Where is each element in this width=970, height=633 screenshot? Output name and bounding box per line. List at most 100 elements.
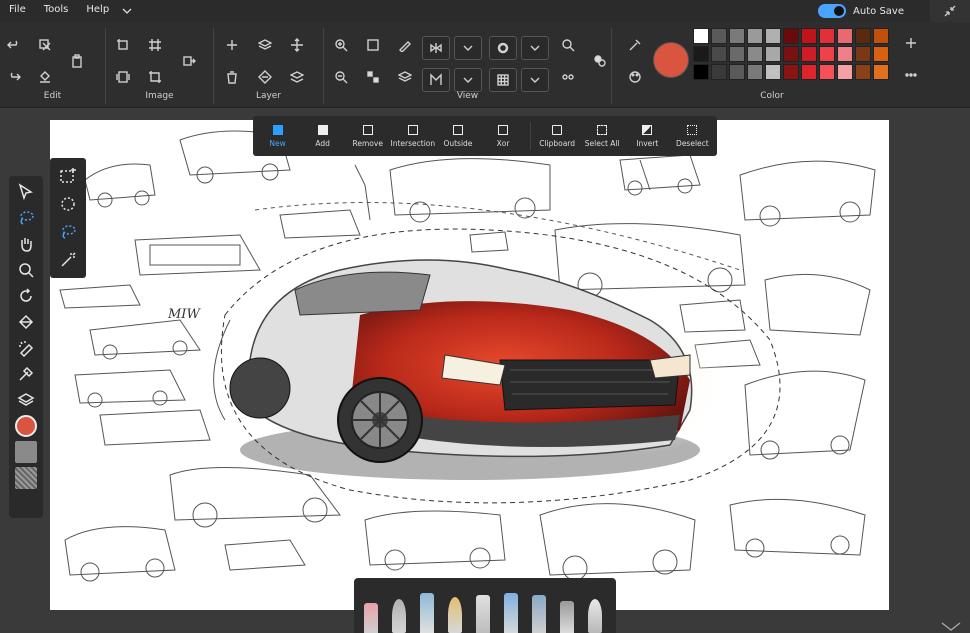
view-dropdown-3[interactable]: [454, 68, 482, 92]
fit-screen-icon[interactable]: [362, 34, 384, 56]
color-swatch[interactable]: [747, 46, 763, 62]
layers-tool[interactable]: [14, 388, 38, 412]
deselect-button[interactable]: Deselect: [670, 116, 715, 156]
rectangle-selection[interactable]: [56, 164, 80, 188]
symmetry-button[interactable]: [422, 36, 450, 60]
move-icon[interactable]: [286, 34, 308, 56]
toggle-switch[interactable]: [818, 4, 847, 18]
color-swatch[interactable]: [837, 64, 853, 80]
color-swatch[interactable]: [765, 28, 781, 44]
grid-view-button[interactable]: [489, 68, 517, 92]
color-swatch[interactable]: [855, 64, 871, 80]
perspective-button[interactable]: [489, 36, 517, 60]
brush-ink-pen[interactable]: [504, 593, 518, 633]
zoom-in-icon[interactable]: [330, 34, 352, 56]
view-dropdown-1[interactable]: [454, 36, 482, 60]
color-swatch[interactable]: [801, 46, 817, 62]
clipboard-button[interactable]: Clipboard: [535, 116, 580, 156]
undo-icon[interactable]: [3, 34, 25, 56]
add-layer-icon[interactable]: [221, 34, 243, 56]
menu-help[interactable]: Help: [77, 0, 118, 22]
color-swatch[interactable]: [873, 28, 889, 44]
lasso-selection[interactable]: [56, 220, 80, 244]
color-swatch[interactable]: [819, 28, 835, 44]
color-swatch[interactable]: [801, 64, 817, 80]
brush-airbrush[interactable]: [560, 601, 574, 633]
color-swatch[interactable]: [711, 28, 727, 44]
delete-layer-icon[interactable]: [221, 66, 243, 88]
paste-icon[interactable]: [66, 50, 88, 72]
current-color[interactable]: [653, 42, 689, 78]
drawing-canvas[interactable]: MIW: [50, 120, 889, 610]
lasso-selection-tool[interactable]: [14, 206, 38, 230]
pen-icon[interactable]: [394, 34, 416, 56]
brush-round[interactable]: [392, 599, 406, 633]
color-swatch[interactable]: [783, 28, 799, 44]
selection-xor-button[interactable]: Xor: [480, 116, 525, 156]
more-icon[interactable]: [900, 64, 922, 86]
canvas-size-icon[interactable]: [112, 66, 134, 88]
selection-intersection-button[interactable]: Intersection: [390, 116, 435, 156]
color-swatch[interactable]: [873, 46, 889, 62]
color-swatch[interactable]: [729, 46, 745, 62]
color-swatch[interactable]: [729, 28, 745, 44]
selection-add-button[interactable]: Add: [300, 116, 345, 156]
chevron-down-icon[interactable]: [122, 6, 132, 16]
merge-layer-icon[interactable]: [254, 66, 276, 88]
crop-resize-icon[interactable]: [112, 34, 134, 56]
color-swatch[interactable]: [855, 28, 871, 44]
select-all-button[interactable]: Select All: [580, 116, 625, 156]
ellipse-selection[interactable]: [56, 192, 80, 216]
color-swatch[interactable]: [855, 46, 871, 62]
menu-file[interactable]: File: [0, 0, 35, 22]
color-swatch[interactable]: [693, 28, 709, 44]
invert-button[interactable]: Invert: [625, 116, 670, 156]
color-swatch[interactable]: [783, 46, 799, 62]
color-swatch[interactable]: [711, 46, 727, 62]
magic-wand-selection[interactable]: [56, 248, 80, 272]
selection-remove-button[interactable]: Remove: [345, 116, 390, 156]
color-swatch[interactable]: [837, 28, 853, 44]
color-swatch[interactable]: [873, 64, 889, 80]
view-dropdown-4[interactable]: [521, 68, 549, 92]
duplicate-layer-icon[interactable]: [254, 34, 276, 56]
menu-tools[interactable]: Tools: [35, 0, 78, 22]
view-dropdown-2[interactable]: [521, 36, 549, 60]
color-swatch[interactable]: [729, 64, 745, 80]
color-swap-icon[interactable]: [589, 50, 611, 72]
palette-icon[interactable]: [624, 66, 646, 88]
color-swatch[interactable]: [693, 46, 709, 62]
pan-tool[interactable]: [14, 232, 38, 256]
clear-icon[interactable]: [34, 34, 56, 56]
selection-outside-button[interactable]: Outside: [435, 116, 480, 156]
texture-tool[interactable]: [14, 440, 38, 464]
pattern-tool[interactable]: [14, 466, 38, 490]
color-swatch[interactable]: [747, 28, 763, 44]
fill-bucket-icon[interactable]: [34, 66, 56, 88]
mirror-button[interactable]: [422, 68, 450, 92]
grid-icon[interactable]: [144, 34, 166, 56]
color-swatch[interactable]: [765, 64, 781, 80]
crop-icon[interactable]: [144, 66, 166, 88]
color-swatch[interactable]: [765, 46, 781, 62]
brush-fine-liner[interactable]: [420, 593, 434, 633]
pixel-view-icon[interactable]: [362, 66, 384, 88]
brush-marker[interactable]: [476, 595, 490, 633]
brush-pencil[interactable]: [448, 597, 462, 633]
brush-eraser[interactable]: [364, 603, 378, 633]
color-swatch[interactable]: [693, 64, 709, 80]
link-icon[interactable]: [557, 66, 579, 88]
color-swatch[interactable]: [801, 28, 817, 44]
rotate-tool[interactable]: [14, 284, 38, 308]
color-swatch[interactable]: [747, 64, 763, 80]
select-tool[interactable]: [14, 180, 38, 204]
color-swatch[interactable]: [837, 46, 853, 62]
brush-palette-knife[interactable]: [588, 599, 602, 633]
fill-tool[interactable]: [14, 310, 38, 334]
eyedropper-icon[interactable]: [624, 34, 646, 56]
layer-stack-icon[interactable]: [286, 66, 308, 88]
chevron-down-icon[interactable]: [940, 621, 962, 631]
zoom-tool[interactable]: [14, 258, 38, 282]
add-color-icon[interactable]: [900, 32, 922, 54]
redo-icon[interactable]: [3, 66, 25, 88]
